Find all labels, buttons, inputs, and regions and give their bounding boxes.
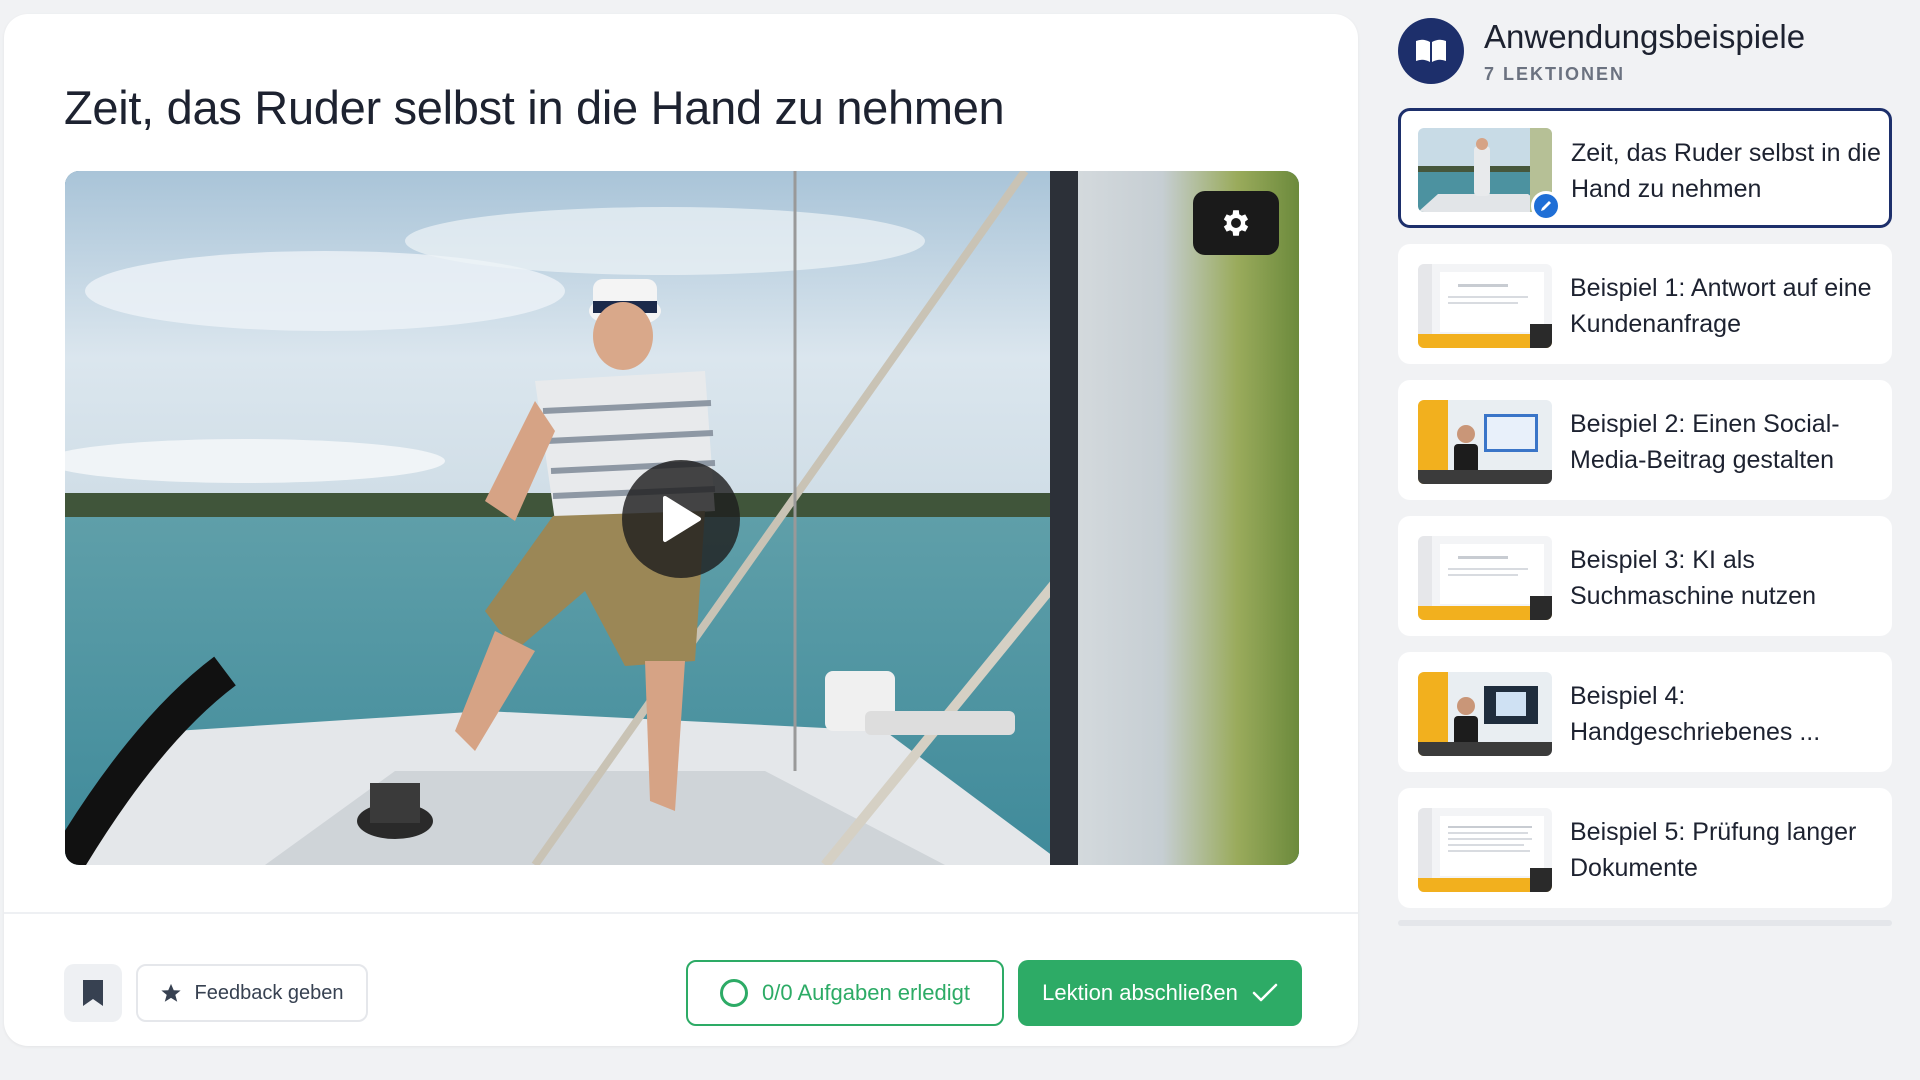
lesson-thumbnail [1418, 400, 1552, 484]
lesson-thumbnail [1418, 264, 1552, 348]
lesson-thumbnail [1418, 672, 1552, 756]
feedback-button[interactable]: Feedback geben [136, 964, 368, 1022]
page-title: Zeit, das Ruder selbst in die Hand zu ne… [64, 81, 1005, 134]
feedback-label: Feedback geben [194, 981, 344, 1004]
video-settings-button[interactable] [1193, 191, 1279, 255]
bookmark-icon [83, 980, 103, 1006]
lesson-thumbnail [1418, 808, 1552, 892]
lesson-item[interactable]: Beispiel 3: KI als Suchmaschine nutzen [1398, 516, 1892, 636]
play-icon [663, 496, 701, 542]
complete-lesson-button[interactable]: Lektion abschließen [1018, 960, 1302, 1026]
tasks-status-button[interactable]: 0/0 Aufgaben erledigt [686, 960, 1004, 1026]
lesson-list: Zeit, das Ruder selbst in die Hand zu ne… [1398, 108, 1892, 924]
star-icon [161, 983, 182, 1002]
lesson-item-label: Beispiel 3: KI als Suchmaschine nutzen [1570, 546, 1816, 610]
lesson-item[interactable]: Beispiel 5: Prüfung langer Dokumente [1398, 788, 1892, 908]
list-scroll-edge [1398, 920, 1892, 926]
chapter-title: Anwendungsbeispiele [1484, 18, 1806, 55]
lesson-item[interactable]: Beispiel 2: Einen Social-Media-Beitrag g… [1398, 380, 1892, 500]
complete-label: Lektion abschließen [1042, 980, 1238, 1005]
lesson-item-label: Zeit, das Ruder selbst in die Hand zu ne… [1571, 139, 1881, 203]
tasks-label: 0/0 Aufgaben erledigt [762, 980, 970, 1005]
lesson-item-label: Beispiel 1: Antwort auf eine Kundenanfra… [1570, 274, 1872, 338]
bookmark-button[interactable] [64, 964, 122, 1022]
chapter-icon-badge [1398, 18, 1464, 84]
lesson-card: Zeit, das Ruder selbst in die Hand zu ne… [4, 14, 1358, 1046]
open-book-icon [1416, 39, 1446, 62]
gear-icon [1223, 210, 1249, 236]
edit-badge [1531, 191, 1561, 221]
play-button[interactable] [622, 460, 740, 578]
lesson-item-label: Beispiel 4: Handgeschriebenes ... [1570, 682, 1821, 746]
lesson-item[interactable]: Beispiel 4: Handgeschriebenes ... [1398, 652, 1892, 772]
pencil-icon [1541, 201, 1551, 211]
chapter-lesson-count: 7 LEKTIONEN [1484, 64, 1626, 84]
check-icon [1252, 983, 1278, 1002]
video-player[interactable] [65, 171, 1299, 865]
lesson-item-label: Beispiel 2: Einen Social-Media-Beitrag g… [1570, 410, 1840, 474]
lesson-sidebar: Anwendungsbeispiele 7 LEKTIONEN Zeit, da… [1398, 0, 1892, 1080]
lesson-item[interactable]: Zeit, das Ruder selbst in die Hand zu ne… [1398, 108, 1892, 228]
circle-icon [720, 979, 749, 1007]
lesson-thumbnail [1418, 536, 1552, 620]
lesson-item-label: Beispiel 5: Prüfung langer Dokumente [1570, 818, 1857, 882]
lesson-item[interactable]: Beispiel 1: Antwort auf eine Kundenanfra… [1398, 244, 1892, 364]
footer-divider [4, 912, 1358, 914]
